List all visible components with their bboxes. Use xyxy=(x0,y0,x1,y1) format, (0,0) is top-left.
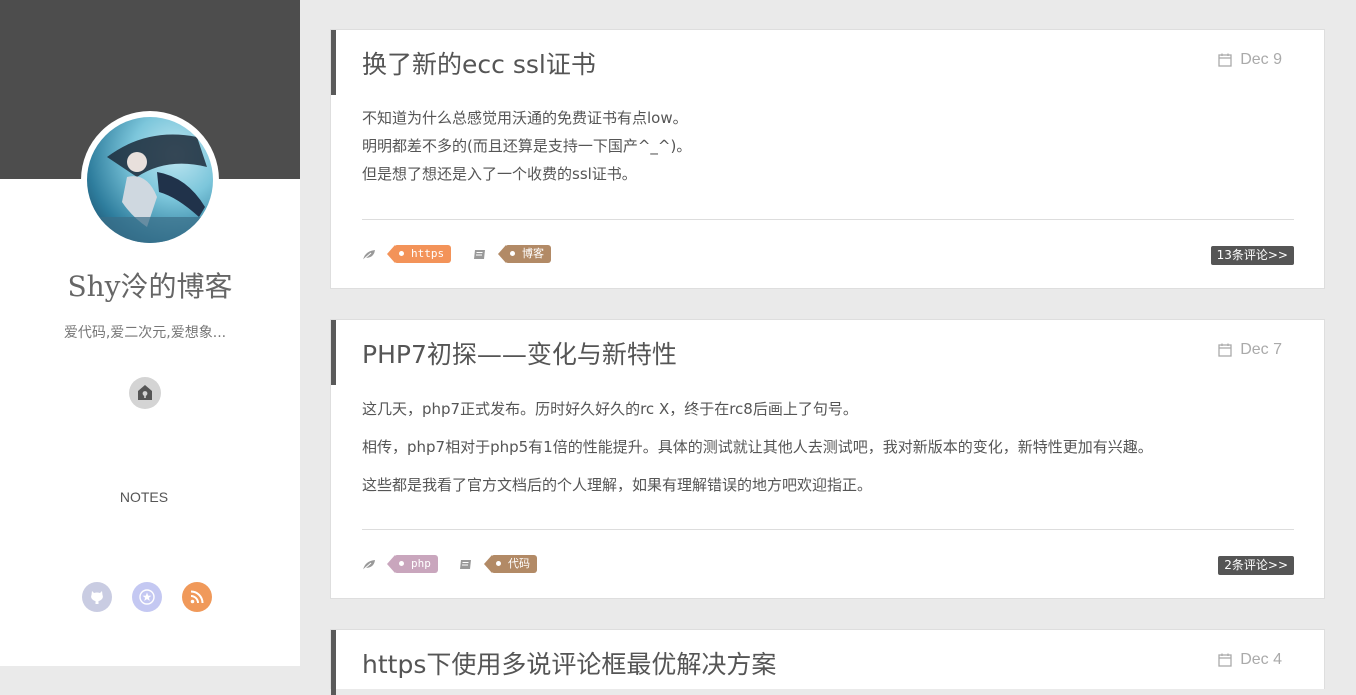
category-badge[interactable]: 代码 xyxy=(484,555,537,573)
post-card: https下使用多说评论框最优解决方案 Dec 4 xyxy=(330,629,1325,695)
rss-icon xyxy=(190,590,204,604)
post-excerpt-line: 这些都是我看了官方文档后的个人理解，如果有理解错误的地方吧欢迎指正。 xyxy=(362,476,873,494)
post-excerpt-line: 明明都差不多的(而且还算是支持一下国产^_^)。 xyxy=(362,137,692,155)
notes-link[interactable]: NOTES xyxy=(0,489,288,505)
comments-link[interactable]: 13条评论>> xyxy=(1210,246,1294,265)
calendar-icon xyxy=(1218,343,1232,357)
tag-badge[interactable]: https xyxy=(386,245,452,263)
post-footer: php 代码 2条评论>> xyxy=(362,555,1294,577)
post-title[interactable]: 换了新的ecc ssl证书 xyxy=(362,45,596,81)
github-icon xyxy=(91,591,103,604)
post-excerpt: 这几天，php7正式发布。历时好久好久的rc X，终于在rc8后画上了句号。 相… xyxy=(362,395,1153,509)
post-title[interactable]: https下使用多说评论框最优解决方案 xyxy=(362,645,776,681)
blog-title[interactable]: Shy泠的博客 xyxy=(0,265,300,305)
calendar-icon xyxy=(1218,53,1232,67)
post-card: PHP7初探——变化与新特性 Dec 7 这几天，php7正式发布。历时好久好久… xyxy=(330,319,1325,599)
tag-badge[interactable]: php xyxy=(387,555,438,573)
star-icon xyxy=(139,589,155,605)
post-accent-bar xyxy=(331,320,336,385)
post-accent-bar xyxy=(331,630,336,695)
post-footer: https 博客 13条评论>> xyxy=(362,245,1294,267)
blog-subtitle: 爱代码,爱二次元,爱想象... xyxy=(63,325,227,341)
comments-link[interactable]: 2条评论>> xyxy=(1218,556,1294,575)
avatar-image xyxy=(87,117,213,243)
github-link[interactable] xyxy=(82,582,112,612)
sidebar: Shy泠的博客 爱代码,爱二次元,爱想象... NOTES xyxy=(0,0,300,666)
post-excerpt-line: 不知道为什么总感觉用沃通的免费证书有点low。 xyxy=(362,109,688,127)
rss-link[interactable] xyxy=(182,582,212,612)
post-excerpt-line: 但是想了想还是入了一个收费的ssl证书。 xyxy=(362,165,637,183)
post-date-text: Dec 4 xyxy=(1240,651,1282,668)
calendar-icon xyxy=(1218,653,1232,667)
avatar[interactable] xyxy=(81,111,219,249)
post-date-text: Dec 9 xyxy=(1240,51,1282,68)
post-excerpt-line: 这几天，php7正式发布。历时好久好久的rc X，终于在rc8后画上了句号。 xyxy=(362,400,858,418)
book-icon xyxy=(460,560,471,569)
book-icon xyxy=(474,250,485,259)
post-divider xyxy=(362,219,1294,220)
post-date: Dec 7 xyxy=(1218,341,1282,359)
leaf-icon xyxy=(362,250,375,261)
post-divider xyxy=(362,529,1294,530)
star-link[interactable] xyxy=(132,582,162,612)
post-date-text: Dec 7 xyxy=(1240,341,1282,358)
post-card: 换了新的ecc ssl证书 Dec 9 不知道为什么总感觉用沃通的免费证书有点l… xyxy=(330,29,1325,289)
leaf-icon xyxy=(362,560,375,571)
home-icon xyxy=(138,385,152,400)
post-excerpt: 不知道为什么总感觉用沃通的免费证书有点low。 明明都差不多的(而且还算是支持一… xyxy=(362,104,691,188)
post-excerpt-line: 相传，php7相对于php5有1倍的性能提升。具体的测试就让其他人去测试吧，我对… xyxy=(362,438,1153,456)
home-button[interactable] xyxy=(129,377,161,409)
post-date: Dec 4 xyxy=(1218,651,1282,669)
post-accent-bar xyxy=(331,30,336,95)
post-date: Dec 9 xyxy=(1218,51,1282,69)
category-badge[interactable]: 博客 xyxy=(498,245,551,263)
post-title[interactable]: PHP7初探——变化与新特性 xyxy=(362,335,677,371)
